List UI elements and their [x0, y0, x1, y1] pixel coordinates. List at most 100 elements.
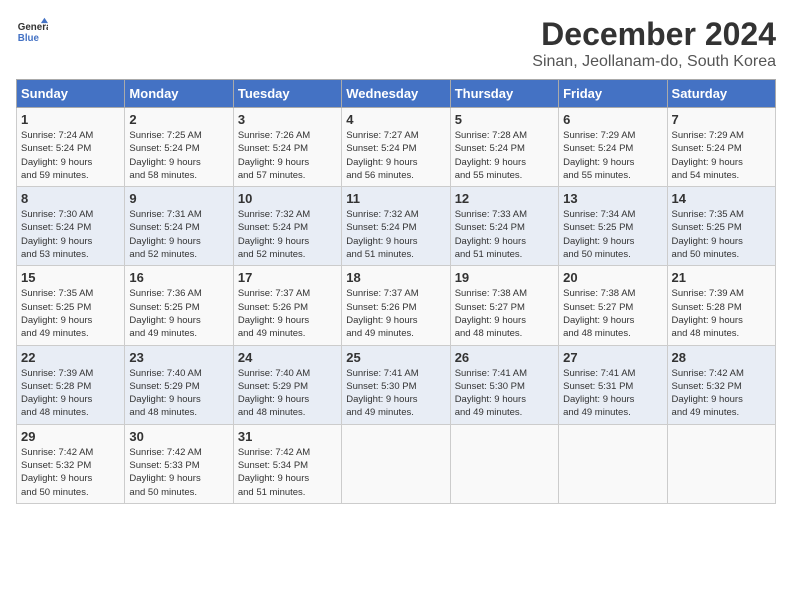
day-number: 18 [346, 270, 445, 285]
table-row: 8Sunrise: 7:30 AM Sunset: 5:24 PM Daylig… [17, 187, 125, 266]
calendar-week-2: 8Sunrise: 7:30 AM Sunset: 5:24 PM Daylig… [17, 187, 776, 266]
day-number: 25 [346, 350, 445, 365]
table-row [450, 424, 558, 503]
day-info: Sunrise: 7:24 AM Sunset: 5:24 PM Dayligh… [21, 129, 120, 182]
table-row: 18 Sunrise: 7:37 AM Sunset: 5:26 PM Dayli… [342, 266, 450, 345]
calendar-week-4: 22 Sunrise: 7:39 AM Sunset: 5:28 PM Dayli… [17, 345, 776, 424]
day-info: Sunrise: 7:42 AM Sunset: 5:32 PM Dayligh… [672, 367, 771, 420]
table-row: 19 Sunrise: 7:38 AM Sunset: 5:27 PM Dayli… [450, 266, 558, 345]
calendar-header-friday: Friday [559, 80, 667, 108]
table-row: 28 Sunrise: 7:42 AM Sunset: 5:32 PM Dayli… [667, 345, 775, 424]
logo: General Blue [16, 16, 48, 48]
day-info: Sunrise: 7:37 AM Sunset: 5:26 PM Dayligh… [346, 287, 445, 340]
day-number: 20 [563, 270, 662, 285]
calendar-week-5: 29 Sunrise: 7:42 AM Sunset: 5:32 PM Dayli… [17, 424, 776, 503]
day-info: Sunrise: 7:39 AM Sunset: 5:28 PM Dayligh… [21, 367, 120, 420]
header: General Blue December 2024 Sinan, Jeolla… [16, 16, 776, 71]
day-number: 15 [21, 270, 120, 285]
calendar-header-wednesday: Wednesday [342, 80, 450, 108]
day-info: Sunrise: 7:42 AM Sunset: 5:32 PM Dayligh… [21, 446, 120, 499]
table-row: 14Sunrise: 7:35 AM Sunset: 5:25 PM Dayli… [667, 187, 775, 266]
table-row: 2 Sunrise: 7:25 AM Sunset: 5:24 PM Daylig… [125, 108, 233, 187]
day-info: Sunrise: 7:38 AM Sunset: 5:27 PM Dayligh… [455, 287, 554, 340]
table-row [667, 424, 775, 503]
day-info: Sunrise: 7:36 AM Sunset: 5:25 PM Dayligh… [129, 287, 228, 340]
logo-icon: General Blue [16, 16, 48, 48]
table-row: 9 Sunrise: 7:31 AM Sunset: 5:24 PM Daylig… [125, 187, 233, 266]
day-number: 23 [129, 350, 228, 365]
table-row: 17 Sunrise: 7:37 AM Sunset: 5:26 PM Dayli… [233, 266, 341, 345]
calendar-header-thursday: Thursday [450, 80, 558, 108]
day-number: 9 [129, 191, 228, 206]
table-row: 10 Sunrise: 7:32 AM Sunset: 5:24 PM Dayli… [233, 187, 341, 266]
day-info: Sunrise: 7:39 AM Sunset: 5:28 PM Dayligh… [672, 287, 771, 340]
table-row: 13 Sunrise: 7:34 AM Sunset: 5:25 PM Dayli… [559, 187, 667, 266]
subtitle: Sinan, Jeollanam-do, South Korea [532, 53, 776, 71]
table-row: 6 Sunrise: 7:29 AM Sunset: 5:24 PM Daylig… [559, 108, 667, 187]
table-row: 15 Sunrise: 7:35 AM Sunset: 5:25 PM Dayli… [17, 266, 125, 345]
day-number: 16 [129, 270, 228, 285]
day-info: Sunrise: 7:41 AM Sunset: 5:30 PM Dayligh… [455, 367, 554, 420]
day-number: 3 [238, 112, 337, 127]
day-number: 2 [129, 112, 228, 127]
day-info: Sunrise: 7:25 AM Sunset: 5:24 PM Dayligh… [129, 129, 228, 182]
day-number: 29 [21, 429, 120, 444]
day-number: 11 [346, 191, 445, 206]
calendar-header-tuesday: Tuesday [233, 80, 341, 108]
day-number: 10 [238, 191, 337, 206]
day-info: Sunrise: 7:29 AM Sunset: 5:24 PM Dayligh… [563, 129, 662, 182]
calendar-week-3: 15 Sunrise: 7:35 AM Sunset: 5:25 PM Dayli… [17, 266, 776, 345]
day-number: 8 [21, 191, 120, 206]
day-number: 24 [238, 350, 337, 365]
day-number: 7 [672, 112, 771, 127]
day-number: 31 [238, 429, 337, 444]
day-info: Sunrise: 7:42 AM Sunset: 5:34 PM Dayligh… [238, 446, 337, 499]
day-info: Sunrise: 7:35 AM Sunset: 5:25 PM Dayligh… [21, 287, 120, 340]
day-number: 17 [238, 270, 337, 285]
table-row: 4Sunrise: 7:27 AM Sunset: 5:24 PM Daylig… [342, 108, 450, 187]
calendar-week-1: 1 Sunrise: 7:24 AM Sunset: 5:24 PM Daylig… [17, 108, 776, 187]
calendar-header-row: SundayMondayTuesdayWednesdayThursdayFrid… [17, 80, 776, 108]
day-info: Sunrise: 7:37 AM Sunset: 5:26 PM Dayligh… [238, 287, 337, 340]
table-row: 26 Sunrise: 7:41 AM Sunset: 5:30 PM Dayli… [450, 345, 558, 424]
table-row: 11Sunrise: 7:32 AM Sunset: 5:24 PM Dayli… [342, 187, 450, 266]
table-row: 25Sunrise: 7:41 AM Sunset: 5:30 PM Dayli… [342, 345, 450, 424]
day-info: Sunrise: 7:34 AM Sunset: 5:25 PM Dayligh… [563, 208, 662, 261]
table-row: 20 Sunrise: 7:38 AM Sunset: 5:27 PM Dayli… [559, 266, 667, 345]
table-row: 7 Sunrise: 7:29 AM Sunset: 5:24 PM Daylig… [667, 108, 775, 187]
table-row: 16 Sunrise: 7:36 AM Sunset: 5:25 PM Dayli… [125, 266, 233, 345]
day-number: 12 [455, 191, 554, 206]
main-title: December 2024 [532, 16, 776, 53]
day-number: 13 [563, 191, 662, 206]
day-info: Sunrise: 7:31 AM Sunset: 5:24 PM Dayligh… [129, 208, 228, 261]
table-row: 23 Sunrise: 7:40 AM Sunset: 5:29 PM Dayli… [125, 345, 233, 424]
title-block: December 2024 Sinan, Jeollanam-do, South… [532, 16, 776, 71]
day-info: Sunrise: 7:28 AM Sunset: 5:24 PM Dayligh… [455, 129, 554, 182]
table-row: 1 Sunrise: 7:24 AM Sunset: 5:24 PM Daylig… [17, 108, 125, 187]
day-number: 28 [672, 350, 771, 365]
day-number: 30 [129, 429, 228, 444]
calendar-header-saturday: Saturday [667, 80, 775, 108]
table-row: 22 Sunrise: 7:39 AM Sunset: 5:28 PM Dayli… [17, 345, 125, 424]
day-info: Sunrise: 7:38 AM Sunset: 5:27 PM Dayligh… [563, 287, 662, 340]
table-row: 12Sunrise: 7:33 AM Sunset: 5:24 PM Dayli… [450, 187, 558, 266]
day-info: Sunrise: 7:29 AM Sunset: 5:24 PM Dayligh… [672, 129, 771, 182]
calendar-header-sunday: Sunday [17, 80, 125, 108]
table-row [559, 424, 667, 503]
day-number: 19 [455, 270, 554, 285]
table-row: 24 Sunrise: 7:40 AM Sunset: 5:29 PM Dayli… [233, 345, 341, 424]
day-number: 22 [21, 350, 120, 365]
calendar-header-monday: Monday [125, 80, 233, 108]
day-number: 1 [21, 112, 120, 127]
day-info: Sunrise: 7:27 AM Sunset: 5:24 PM Dayligh… [346, 129, 445, 182]
day-info: Sunrise: 7:32 AM Sunset: 5:24 PM Dayligh… [238, 208, 337, 261]
day-info: Sunrise: 7:40 AM Sunset: 5:29 PM Dayligh… [238, 367, 337, 420]
day-info: Sunrise: 7:41 AM Sunset: 5:31 PM Dayligh… [563, 367, 662, 420]
day-number: 26 [455, 350, 554, 365]
table-row: 30Sunrise: 7:42 AM Sunset: 5:33 PM Dayli… [125, 424, 233, 503]
day-info: Sunrise: 7:40 AM Sunset: 5:29 PM Dayligh… [129, 367, 228, 420]
day-number: 5 [455, 112, 554, 127]
day-number: 6 [563, 112, 662, 127]
calendar-table: SundayMondayTuesdayWednesdayThursdayFrid… [16, 79, 776, 504]
table-row: 21Sunrise: 7:39 AM Sunset: 5:28 PM Dayli… [667, 266, 775, 345]
